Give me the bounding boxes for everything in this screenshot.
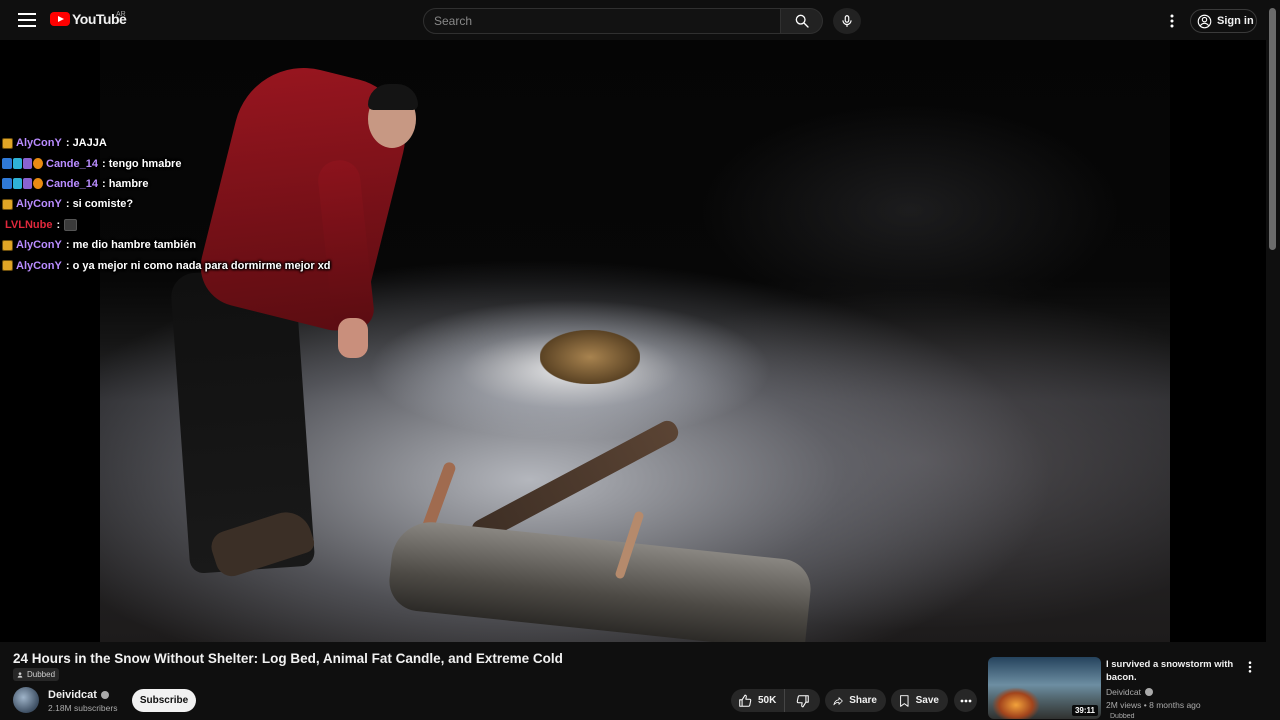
chat-username: Cande_14 (46, 177, 98, 190)
subscriber-badge-icon (2, 239, 13, 251)
settings-more-button[interactable] (1164, 12, 1180, 30)
like-button[interactable]: 50K (731, 689, 785, 712)
recommended-more-button[interactable] (1244, 659, 1256, 675)
share-icon (833, 696, 843, 705)
badge-icon (2, 158, 12, 170)
subscriber-badge-icon (2, 137, 13, 149)
channel-avatar[interactable] (13, 687, 39, 713)
badge-icon (23, 158, 32, 170)
chat-message: LVLNube : (2, 215, 362, 235)
chat-username: AlyConY (16, 137, 62, 150)
thumb-up-icon (739, 694, 752, 707)
channel-name[interactable]: Deividcat (48, 689, 109, 701)
chat-text: : o ya mejor ni como nada para dormirme … (65, 259, 331, 272)
share-button[interactable]: Share (825, 689, 886, 712)
more-horiz-icon (960, 699, 971, 702)
recommended-channel[interactable]: Deividcat (1106, 687, 1153, 697)
verified-icon (100, 691, 109, 699)
dubbed-badge: Dubbed (13, 668, 60, 681)
chat-text: : si comiste? (65, 198, 134, 211)
subscribe-button[interactable]: Subscribe (132, 689, 196, 712)
campfire-wood (540, 330, 640, 384)
like-dislike-group: 50K (731, 689, 820, 712)
person-hand (338, 318, 368, 358)
share-label: Share (849, 695, 877, 706)
branch (468, 417, 682, 545)
chat-username: AlyConY (16, 259, 62, 272)
more-vert-icon (1248, 661, 1252, 673)
save-button[interactable]: Save (891, 689, 948, 712)
badge-icon (13, 178, 22, 190)
recommended-video-thumbnail[interactable]: 39:11 (988, 657, 1101, 719)
log (386, 518, 814, 642)
scrollbar-thumb[interactable] (1269, 8, 1276, 250)
emote-icon (64, 218, 78, 231)
like-count: 50K (758, 695, 777, 706)
top-bar: YouTube AR Sign in (0, 0, 1280, 40)
chat-text: : JAJJA (65, 137, 107, 150)
page-scrollbar[interactable] (1268, 8, 1277, 713)
badge-icon (13, 158, 22, 170)
chat-username: LVLNube (5, 218, 53, 231)
recommended-video-title[interactable]: I survived a snowstorm with bacon. (1106, 658, 1236, 684)
dubbed-icon (17, 671, 23, 678)
chat-username: AlyConY (16, 239, 62, 252)
more-vert-icon (1170, 14, 1174, 28)
chat-message: AlyConY : o ya mejor ni como nada para d… (2, 255, 362, 275)
youtube-logo[interactable]: YouTube (50, 11, 127, 27)
video-frame[interactable] (100, 40, 1170, 642)
subscriber-badge-icon (2, 198, 13, 210)
search-icon (795, 14, 809, 28)
dislike-button[interactable] (785, 689, 820, 712)
dubbed-label: Dubbed (27, 670, 56, 679)
chat-username: AlyConY (16, 198, 62, 211)
youtube-logo-icon (50, 12, 70, 26)
chat-message: Cande_14 : tengo hmabre (2, 153, 362, 173)
chat-message: AlyConY : si comiste? (2, 194, 362, 214)
chat-overlay: AlyConY : JAJJA Cande_14 : tengo hmabre … (2, 133, 362, 276)
chat-text: : tengo hmabre (101, 157, 182, 170)
chat-text: : (56, 218, 61, 231)
search-box (423, 8, 781, 34)
chat-message: AlyConY : me dio hambre también (2, 235, 362, 255)
subscriber-count: 2.18M subscribers (48, 703, 118, 713)
person-hat (368, 84, 418, 110)
account-icon (1197, 14, 1212, 28)
channel-name-text[interactable]: Deividcat (48, 689, 97, 701)
bookmark-icon (900, 694, 909, 707)
sign-in-label: Sign in (1217, 15, 1254, 27)
recommended-dubbed-badge: Dubbed (1110, 713, 1135, 720)
subscriber-badge-icon (2, 260, 13, 272)
fog (700, 100, 1120, 320)
badge-icon (2, 178, 12, 190)
badge-icon (33, 158, 43, 170)
country-code: AR (116, 11, 126, 18)
search-input[interactable] (424, 9, 780, 33)
thumb-down-icon (796, 694, 809, 707)
search-button[interactable] (781, 8, 823, 34)
recommended-channel-name[interactable]: Deividcat (1106, 687, 1141, 697)
recommended-video-meta: 2M views • 8 months ago (1106, 700, 1201, 710)
sign-in-button[interactable]: Sign in (1190, 9, 1257, 33)
video-player[interactable]: AlyConY : JAJJA Cande_14 : tengo hmabre … (0, 40, 1266, 642)
menu-icon[interactable] (16, 10, 38, 30)
video-duration: 39:11 (1071, 705, 1098, 716)
chat-message: AlyConY : JAJJA (2, 133, 362, 153)
verified-icon (1144, 688, 1153, 696)
video-title: 24 Hours in the Snow Without Shelter: Lo… (13, 651, 563, 666)
more-actions-button[interactable] (954, 689, 977, 712)
chat-username: Cande_14 (46, 157, 98, 170)
voice-search-button[interactable] (833, 8, 861, 34)
chat-text: : me dio hambre también (65, 239, 197, 252)
badge-icon (23, 178, 32, 190)
chat-text: : hambre (101, 177, 149, 190)
chat-message: Cande_14 : hambre (2, 174, 362, 194)
mic-icon (842, 15, 852, 27)
badge-icon (33, 178, 43, 190)
save-label: Save (915, 695, 939, 706)
